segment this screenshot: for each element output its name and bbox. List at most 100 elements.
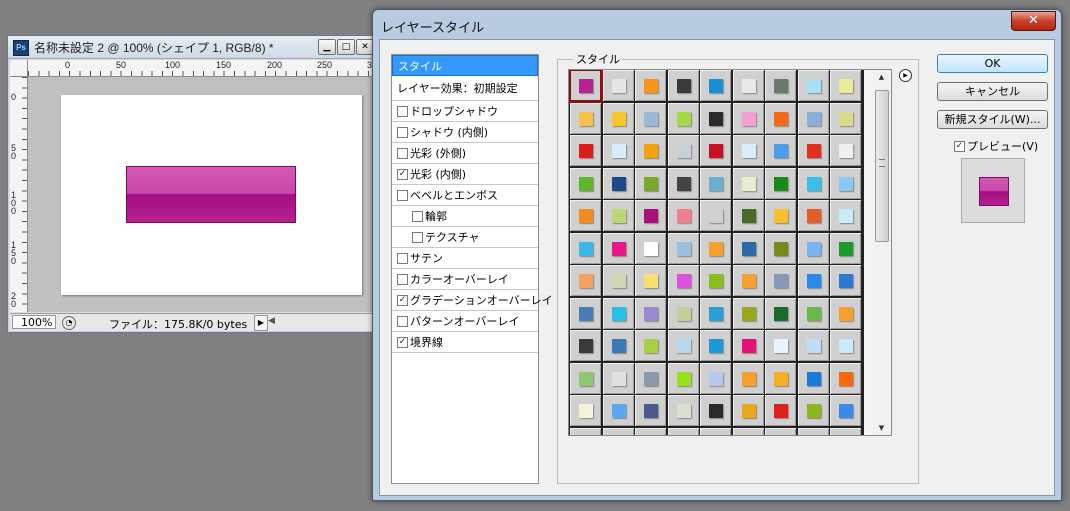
style-swatch[interactable] [602,70,634,101]
style-swatch[interactable] [700,70,731,101]
effect-checkbox[interactable] [397,105,408,117]
style-swatch[interactable] [732,330,764,361]
style-swatch[interactable] [830,232,861,264]
ok-button[interactable]: OK [937,54,1048,73]
style-swatch[interactable] [732,265,764,296]
style-swatch[interactable] [765,297,796,329]
style-swatch[interactable] [797,167,829,199]
style-swatch[interactable] [765,102,796,134]
style-swatch[interactable] [700,395,731,426]
new-style-button[interactable]: 新規スタイル(W)... [937,110,1048,129]
style-swatch[interactable] [830,297,861,329]
effect-checkbox[interactable] [397,126,408,138]
canvas-area[interactable] [28,77,372,312]
style-swatch[interactable] [602,135,634,166]
style-swatch[interactable] [830,135,861,166]
style-swatch[interactable] [667,330,699,361]
style-swatch[interactable] [635,362,666,394]
vertical-ruler[interactable]: 0 5 0 1 0 0 1 5 0 2 0 [10,77,28,312]
style-swatch[interactable] [830,200,861,231]
style-swatch[interactable] [797,297,829,329]
style-swatch[interactable] [667,102,699,134]
style-swatch[interactable] [700,102,731,134]
style-swatch[interactable] [602,102,634,134]
style-swatch[interactable] [700,232,731,264]
dialog-close-button[interactable]: ✕ [1011,11,1056,31]
style-swatch[interactable] [570,427,601,435]
style-swatch[interactable] [765,362,796,394]
style-swatch[interactable] [765,427,796,435]
style-swatch[interactable] [732,167,764,199]
style-swatch[interactable] [635,102,666,134]
style-swatch[interactable] [797,102,829,134]
style-swatch[interactable] [732,70,764,101]
style-swatch[interactable] [570,232,601,264]
style-swatch[interactable] [570,297,601,329]
effect-item[interactable]: 光彩 (外側) [392,143,538,164]
style-swatch[interactable] [765,167,796,199]
style-swatch[interactable] [570,135,601,166]
style-swatch[interactable] [570,362,601,394]
style-swatch[interactable] [700,427,731,435]
effect-checkbox[interactable]: ✓ [397,336,408,348]
style-swatch[interactable] [797,362,829,394]
style-swatch[interactable] [635,330,666,361]
status-menu-arrow-icon[interactable]: ▶ [254,315,268,331]
style-swatch[interactable] [635,200,666,231]
style-swatch[interactable] [797,427,829,435]
style-swatch[interactable] [667,265,699,296]
style-swatch[interactable] [732,102,764,134]
style-swatch[interactable] [797,265,829,296]
style-swatch[interactable] [635,135,666,166]
scroll-up-icon[interactable]: ▲ [873,70,890,84]
effect-item[interactable]: ✓ 境界線 [392,332,538,353]
style-swatch[interactable] [602,232,634,264]
style-swatch[interactable] [700,200,731,231]
style-swatch[interactable] [830,102,861,134]
effect-item[interactable]: ベベルとエンボス [392,185,538,206]
style-swatch[interactable] [765,265,796,296]
style-swatch[interactable] [667,167,699,199]
style-swatch[interactable] [667,70,699,101]
checkbox-icon[interactable]: ✓ [954,140,965,152]
effect-item[interactable]: 輪郭 [392,206,538,227]
swatch-scrollbar[interactable]: ▲ ▼ [873,70,890,435]
style-swatch[interactable] [765,395,796,426]
shape-layer-rectangle[interactable] [126,166,296,223]
style-swatch[interactable] [797,232,829,264]
effect-item[interactable]: シャドウ (内側) [392,122,538,143]
style-swatch[interactable] [667,135,699,166]
style-swatch[interactable] [570,167,601,199]
style-swatch[interactable] [765,330,796,361]
style-swatch[interactable] [635,232,666,264]
preview-checkbox[interactable]: ✓ プレビュー(V) [954,138,1038,154]
style-swatch[interactable] [635,297,666,329]
style-swatch[interactable] [732,427,764,435]
style-swatch[interactable] [570,200,601,231]
effect-checkbox[interactable] [397,189,408,201]
scroll-thumb[interactable] [875,90,889,242]
style-swatch[interactable] [667,395,699,426]
style-swatch[interactable] [830,362,861,394]
style-swatch[interactable] [765,135,796,166]
style-swatch[interactable] [732,362,764,394]
style-swatch[interactable] [667,427,699,435]
style-swatch[interactable] [635,265,666,296]
styles-menu-arrow-icon[interactable]: ▶ [899,69,912,82]
effect-checkbox[interactable] [397,147,408,159]
style-swatch[interactable] [732,395,764,426]
effect-checkbox[interactable] [397,273,408,285]
style-swatch[interactable] [667,362,699,394]
minimize-button[interactable]: ▁ [318,39,336,55]
style-swatch[interactable] [602,362,634,394]
style-swatch[interactable] [732,135,764,166]
effect-item[interactable]: サテン [392,248,538,269]
style-swatch[interactable] [667,297,699,329]
zoom-field[interactable]: 100% [12,315,56,329]
effect-checkbox[interactable] [397,315,408,327]
style-swatch[interactable] [700,297,731,329]
ruler-corner[interactable] [10,60,28,77]
style-swatch[interactable] [602,200,634,231]
style-swatch[interactable] [602,427,634,435]
style-swatch[interactable] [765,232,796,264]
